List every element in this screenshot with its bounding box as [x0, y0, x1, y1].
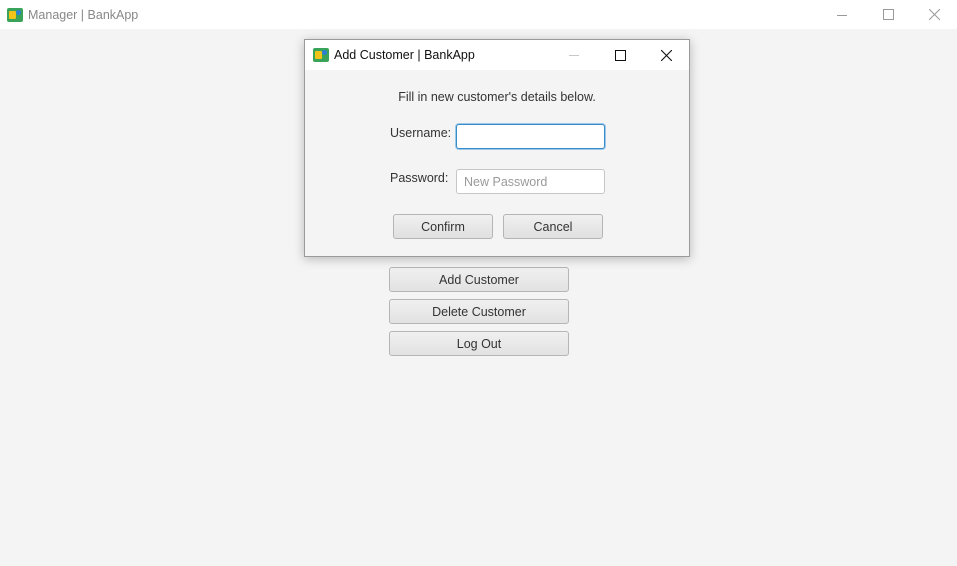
main-window-title: Manager | BankApp	[28, 7, 139, 22]
delete-customer-button[interactable]: Delete Customer	[389, 299, 569, 324]
dialog-close-button[interactable]	[643, 40, 689, 70]
dialog-maximize-button[interactable]	[597, 40, 643, 70]
dialog-instructions: Fill in new customer's details below.	[398, 90, 596, 104]
password-label: Password:	[390, 171, 449, 185]
minimize-icon	[837, 14, 847, 16]
add-customer-button[interactable]: Add Customer	[389, 267, 569, 292]
main-title-bar[interactable]: Manager | BankApp	[0, 0, 957, 29]
dialog-window-controls	[551, 40, 689, 70]
close-icon	[928, 9, 940, 20]
username-label: Username:	[390, 126, 452, 140]
dialog-body: Fill in new customer's details below. Us…	[305, 70, 689, 256]
add-customer-dialog: Add Customer | BankApp Fill in new custo…	[304, 39, 690, 257]
main-minimize-button[interactable]	[819, 0, 865, 29]
maximize-icon	[882, 9, 894, 20]
password-input[interactable]	[456, 169, 605, 194]
main-close-button[interactable]	[911, 0, 957, 29]
main-maximize-button[interactable]	[865, 0, 911, 29]
dialog-title-bar[interactable]: Add Customer | BankApp	[305, 40, 689, 70]
close-icon	[660, 49, 672, 61]
minimize-icon	[569, 55, 579, 56]
maximize-icon	[614, 49, 626, 61]
confirm-button[interactable]: Confirm	[393, 214, 493, 239]
username-input[interactable]	[456, 124, 605, 149]
log-out-button[interactable]: Log Out	[389, 331, 569, 356]
dialog-title: Add Customer | BankApp	[334, 48, 475, 62]
app-logo-icon	[7, 7, 23, 22]
main-window-controls	[819, 0, 957, 29]
app-logo-icon	[313, 48, 329, 62]
dialog-minimize-button[interactable]	[551, 40, 597, 70]
cancel-button[interactable]: Cancel	[503, 214, 603, 239]
